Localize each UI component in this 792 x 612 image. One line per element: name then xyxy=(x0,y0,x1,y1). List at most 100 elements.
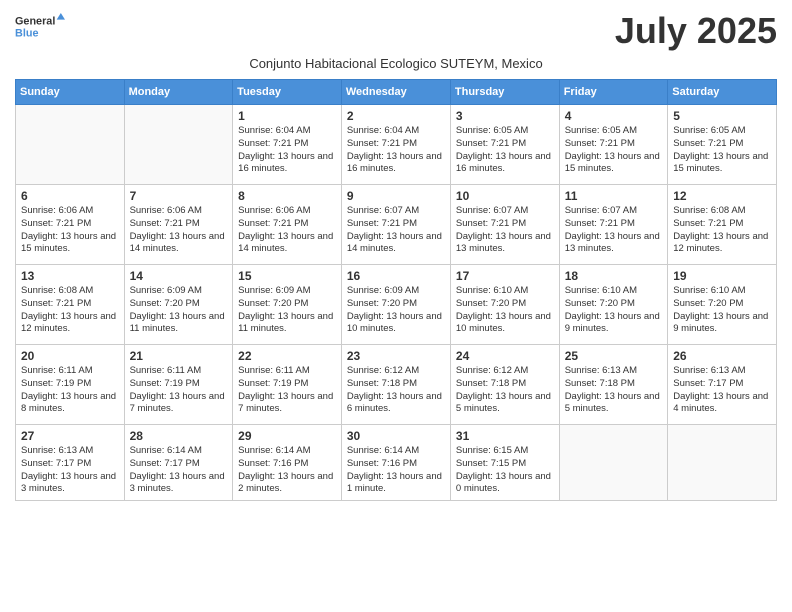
day-number: 16 xyxy=(347,269,445,283)
day-number: 29 xyxy=(238,429,336,443)
header-day-friday: Friday xyxy=(559,80,668,105)
calendar-day-20: 20 Sunrise: 6:11 AMSunset: 7:19 PMDayligh… xyxy=(16,345,125,425)
calendar-day-10: 10 Sunrise: 6:07 AMSunset: 7:21 PMDayligh… xyxy=(450,185,559,265)
day-info: Sunrise: 6:09 AMSunset: 7:20 PMDaylight:… xyxy=(130,285,228,336)
calendar-empty-cell xyxy=(16,105,125,185)
day-number: 2 xyxy=(347,109,445,123)
calendar-day-14: 14 Sunrise: 6:09 AMSunset: 7:20 PMDayligh… xyxy=(124,265,233,345)
day-number: 26 xyxy=(673,349,771,363)
header-day-thursday: Thursday xyxy=(450,80,559,105)
header-day-wednesday: Wednesday xyxy=(341,80,450,105)
day-number: 7 xyxy=(130,189,228,203)
day-number: 22 xyxy=(238,349,336,363)
day-number: 6 xyxy=(21,189,119,203)
day-info: Sunrise: 6:11 AMSunset: 7:19 PMDaylight:… xyxy=(21,365,119,416)
day-info: Sunrise: 6:14 AMSunset: 7:16 PMDaylight:… xyxy=(347,445,445,496)
calendar-day-3: 3 Sunrise: 6:05 AMSunset: 7:21 PMDaylight… xyxy=(450,105,559,185)
day-info: Sunrise: 6:05 AMSunset: 7:21 PMDaylight:… xyxy=(565,125,663,176)
calendar-day-17: 17Sunrise: 6:10 AMSunset: 7:20 PMDayligh… xyxy=(450,265,559,345)
day-info: Sunrise: 6:10 AMSunset: 7:20 PMDaylight:… xyxy=(673,285,771,336)
day-info: Sunrise: 6:04 AMSunset: 7:21 PMDaylight:… xyxy=(347,125,445,176)
calendar-day-27: 27 Sunrise: 6:13 AMSunset: 7:17 PMDayligh… xyxy=(16,425,125,501)
calendar-table: SundayMondayTuesdayWednesdayThursdayFrid… xyxy=(15,79,777,501)
day-info: Sunrise: 6:15 AMSunset: 7:15 PMDaylight:… xyxy=(456,445,554,496)
calendar-subtitle: Conjunto Habitacional Ecologico SUTEYM, … xyxy=(15,56,777,71)
calendar-day-23: 23 Sunrise: 6:12 AMSunset: 7:18 PMDayligh… xyxy=(341,345,450,425)
calendar-day-6: 6 Sunrise: 6:06 AMSunset: 7:21 PMDaylight… xyxy=(16,185,125,265)
calendar-day-8: 8 Sunrise: 6:06 AMSunset: 7:21 PMDaylight… xyxy=(233,185,342,265)
calendar-day-18: 18Sunrise: 6:10 AMSunset: 7:20 PMDayligh… xyxy=(559,265,668,345)
header-day-monday: Monday xyxy=(124,80,233,105)
calendar-day-31: 31Sunrise: 6:15 AMSunset: 7:15 PMDayligh… xyxy=(450,425,559,501)
day-number: 18 xyxy=(565,269,663,283)
calendar-day-1: 1Sunrise: 6:04 AMSunset: 7:21 PMDaylight… xyxy=(233,105,342,185)
calendar-week-row: 20 Sunrise: 6:11 AMSunset: 7:19 PMDayligh… xyxy=(16,345,777,425)
day-number: 23 xyxy=(347,349,445,363)
calendar-day-22: 22 Sunrise: 6:11 AMSunset: 7:19 PMDayligh… xyxy=(233,345,342,425)
header-day-saturday: Saturday xyxy=(668,80,777,105)
calendar-week-row: 13Sunrise: 6:08 AMSunset: 7:21 PMDayligh… xyxy=(16,265,777,345)
header-day-tuesday: Tuesday xyxy=(233,80,342,105)
calendar-day-2: 2 Sunrise: 6:04 AMSunset: 7:21 PMDaylight… xyxy=(341,105,450,185)
day-info: Sunrise: 6:07 AMSunset: 7:21 PMDaylight:… xyxy=(456,205,554,256)
calendar-empty-cell xyxy=(668,425,777,501)
calendar-day-13: 13Sunrise: 6:08 AMSunset: 7:21 PMDayligh… xyxy=(16,265,125,345)
day-info: Sunrise: 6:05 AMSunset: 7:21 PMDaylight:… xyxy=(673,125,771,176)
calendar-day-11: 11 Sunrise: 6:07 AMSunset: 7:21 PMDayligh… xyxy=(559,185,668,265)
calendar-day-29: 29 Sunrise: 6:14 AMSunset: 7:16 PMDayligh… xyxy=(233,425,342,501)
day-number: 28 xyxy=(130,429,228,443)
day-info: Sunrise: 6:12 AMSunset: 7:18 PMDaylight:… xyxy=(347,365,445,416)
day-info: Sunrise: 6:06 AMSunset: 7:21 PMDaylight:… xyxy=(238,205,336,256)
day-number: 12 xyxy=(673,189,771,203)
calendar-day-24: 24Sunrise: 6:12 AMSunset: 7:18 PMDayligh… xyxy=(450,345,559,425)
day-info: Sunrise: 6:13 AMSunset: 7:17 PMDaylight:… xyxy=(21,445,119,496)
day-info: Sunrise: 6:11 AMSunset: 7:19 PMDaylight:… xyxy=(130,365,228,416)
month-title: July 2025 xyxy=(615,10,777,52)
day-number: 17 xyxy=(456,269,554,283)
calendar-day-15: 15 Sunrise: 6:09 AMSunset: 7:20 PMDayligh… xyxy=(233,265,342,345)
svg-text:Blue: Blue xyxy=(15,27,38,39)
day-info: Sunrise: 6:07 AMSunset: 7:21 PMDaylight:… xyxy=(347,205,445,256)
day-number: 25 xyxy=(565,349,663,363)
calendar-week-row: 1Sunrise: 6:04 AMSunset: 7:21 PMDaylight… xyxy=(16,105,777,185)
calendar-empty-cell xyxy=(559,425,668,501)
day-info: Sunrise: 6:13 AMSunset: 7:18 PMDaylight:… xyxy=(565,365,663,416)
day-info: Sunrise: 6:14 AMSunset: 7:16 PMDaylight:… xyxy=(238,445,336,496)
day-number: 8 xyxy=(238,189,336,203)
day-number: 10 xyxy=(456,189,554,203)
day-number: 15 xyxy=(238,269,336,283)
day-number: 5 xyxy=(673,109,771,123)
day-info: Sunrise: 6:08 AMSunset: 7:21 PMDaylight:… xyxy=(673,205,771,256)
day-number: 19 xyxy=(673,269,771,283)
calendar-day-25: 25 Sunrise: 6:13 AMSunset: 7:18 PMDayligh… xyxy=(559,345,668,425)
calendar-day-26: 26 Sunrise: 6:13 AMSunset: 7:17 PMDayligh… xyxy=(668,345,777,425)
day-info: Sunrise: 6:11 AMSunset: 7:19 PMDaylight:… xyxy=(238,365,336,416)
day-info: Sunrise: 6:06 AMSunset: 7:21 PMDaylight:… xyxy=(130,205,228,256)
day-info: Sunrise: 6:13 AMSunset: 7:17 PMDaylight:… xyxy=(673,365,771,416)
day-number: 4 xyxy=(565,109,663,123)
calendar-day-12: 12 Sunrise: 6:08 AMSunset: 7:21 PMDayligh… xyxy=(668,185,777,265)
header: General Blue July 2025 xyxy=(15,10,777,52)
day-number: 20 xyxy=(21,349,119,363)
day-number: 27 xyxy=(21,429,119,443)
calendar-week-row: 27 Sunrise: 6:13 AMSunset: 7:17 PMDayligh… xyxy=(16,425,777,501)
calendar-day-4: 4 Sunrise: 6:05 AMSunset: 7:21 PMDaylight… xyxy=(559,105,668,185)
calendar-week-row: 6 Sunrise: 6:06 AMSunset: 7:21 PMDaylight… xyxy=(16,185,777,265)
day-info: Sunrise: 6:09 AMSunset: 7:20 PMDaylight:… xyxy=(238,285,336,336)
day-info: Sunrise: 6:06 AMSunset: 7:21 PMDaylight:… xyxy=(21,205,119,256)
header-day-sunday: Sunday xyxy=(16,80,125,105)
day-number: 21 xyxy=(130,349,228,363)
day-info: Sunrise: 6:04 AMSunset: 7:21 PMDaylight:… xyxy=(238,125,336,176)
calendar-header-row: SundayMondayTuesdayWednesdayThursdayFrid… xyxy=(16,80,777,105)
day-number: 11 xyxy=(565,189,663,203)
calendar-day-5: 5 Sunrise: 6:05 AMSunset: 7:21 PMDaylight… xyxy=(668,105,777,185)
day-info: Sunrise: 6:07 AMSunset: 7:21 PMDaylight:… xyxy=(565,205,663,256)
day-number: 14 xyxy=(130,269,228,283)
day-info: Sunrise: 6:14 AMSunset: 7:17 PMDaylight:… xyxy=(130,445,228,496)
day-number: 3 xyxy=(456,109,554,123)
calendar-day-19: 19 Sunrise: 6:10 AMSunset: 7:20 PMDayligh… xyxy=(668,265,777,345)
day-info: Sunrise: 6:09 AMSunset: 7:20 PMDaylight:… xyxy=(347,285,445,336)
svg-text:General: General xyxy=(15,16,55,28)
day-info: Sunrise: 6:12 AMSunset: 7:18 PMDaylight:… xyxy=(456,365,554,416)
day-info: Sunrise: 6:05 AMSunset: 7:21 PMDaylight:… xyxy=(456,125,554,176)
